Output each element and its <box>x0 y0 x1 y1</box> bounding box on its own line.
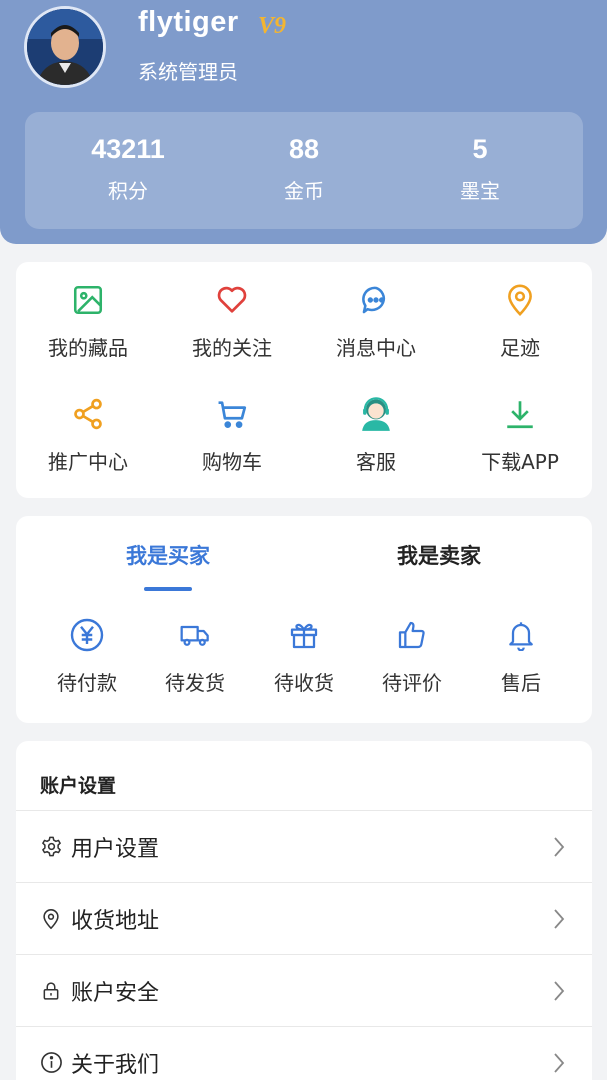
order-status-label: 待收货 <box>274 671 334 695</box>
stat-label: 积分 <box>108 179 148 203</box>
lock-icon <box>39 979 63 1003</box>
order-pending-shipment[interactable]: 待发货 <box>141 616 249 696</box>
gear-icon <box>39 835 63 859</box>
avatar[interactable] <box>24 6 106 88</box>
shortcut-collections[interactable]: 我的藏品 <box>16 280 160 361</box>
stat-value: 5 <box>472 134 488 164</box>
chevron-right-icon <box>552 836 566 862</box>
shortcut-label: 购物车 <box>202 450 262 474</box>
yen-icon <box>33 616 141 654</box>
chevron-right-icon <box>552 908 566 934</box>
location-pin-icon <box>448 280 592 320</box>
section-title: 账户设置 <box>40 775 117 797</box>
shortcut-customer-service[interactable]: 客服 <box>304 394 448 475</box>
shortcut-follows[interactable]: 我的关注 <box>160 280 304 361</box>
bell-icon <box>467 616 575 654</box>
chat-icon <box>304 280 448 320</box>
menu-user-settings[interactable]: 用户设置 <box>16 810 592 882</box>
truck-icon <box>141 616 249 654</box>
order-pending-review[interactable]: 待评价 <box>358 616 466 696</box>
shortcut-label: 客服 <box>356 450 396 474</box>
profile-header: flytiger V9 系统管理员 43211 积分 88 金币 5 墨宝 <box>0 0 607 244</box>
stat-points[interactable]: 43211 积分 <box>35 112 221 204</box>
menu-shipping-address[interactable]: 收货地址 <box>16 882 592 954</box>
share-icon <box>16 394 160 434</box>
shortcut-cart[interactable]: 购物车 <box>160 394 304 475</box>
menu-label: 收货地址 <box>71 908 160 934</box>
menu-label: 关于我们 <box>71 1052 160 1078</box>
shortcut-promotion[interactable]: 推广中心 <box>16 394 160 475</box>
order-status-label: 待付款 <box>57 671 117 695</box>
stat-value: 88 <box>288 134 320 164</box>
location-pin-icon <box>39 907 63 931</box>
shortcut-grid: 我的藏品 我的关注 消息中心 足迹 推广中心 购物车 客服 下载APP <box>16 262 592 498</box>
orders-card: 我是买家 我是卖家 待付款 待发货 待收货 待评价 售后 <box>16 516 592 723</box>
avatar-photo <box>27 9 103 85</box>
heart-icon <box>160 280 304 320</box>
menu-label: 用户设置 <box>71 836 160 862</box>
info-icon <box>39 1051 63 1075</box>
image-icon <box>16 280 160 320</box>
order-status-label: 售后 <box>501 671 541 695</box>
user-role: 系统管理员 <box>138 60 238 84</box>
gift-icon <box>250 616 358 654</box>
thumbs-up-icon <box>358 616 466 654</box>
shortcut-download-app[interactable]: 下载APP <box>448 394 592 475</box>
vip-level-badge: V9 <box>258 13 287 39</box>
menu-about-us[interactable]: 关于我们 <box>16 1026 592 1080</box>
chevron-right-icon <box>552 1052 566 1078</box>
customer-service-icon <box>304 394 448 434</box>
order-status-label: 待评价 <box>382 671 442 695</box>
menu-account-security[interactable]: 账户安全 <box>16 954 592 1026</box>
cart-icon <box>160 394 304 434</box>
stat-value: 43211 <box>91 134 165 164</box>
menu-label: 账户安全 <box>71 980 160 1006</box>
shortcut-label: 我的藏品 <box>48 336 128 360</box>
shortcut-label: 推广中心 <box>48 450 128 474</box>
account-settings-card: 账户设置 用户设置 收货地址 账户安全 关于我们 <box>16 741 592 1080</box>
shortcut-messages[interactable]: 消息中心 <box>304 280 448 361</box>
shortcut-label: 下载APP <box>481 450 559 474</box>
tab-seller[interactable]: 我是卖家 <box>364 540 514 570</box>
stat-label: 墨宝 <box>460 179 500 203</box>
tab-buyer[interactable]: 我是买家 <box>93 540 243 570</box>
chevron-right-icon <box>552 980 566 1006</box>
order-pending-receipt[interactable]: 待收货 <box>250 616 358 696</box>
order-pending-payment[interactable]: 待付款 <box>33 616 141 696</box>
stats-panel: 43211 积分 88 金币 5 墨宝 <box>25 112 583 229</box>
stat-label: 金币 <box>284 179 324 203</box>
shortcut-label: 我的关注 <box>192 336 272 360</box>
username: flytiger <box>138 6 239 38</box>
stat-coins[interactable]: 88 金币 <box>211 112 397 204</box>
stat-mobao[interactable]: 5 墨宝 <box>387 112 573 204</box>
order-after-sales[interactable]: 售后 <box>467 616 575 696</box>
shortcut-label: 消息中心 <box>336 336 416 360</box>
shortcut-label: 足迹 <box>500 336 540 360</box>
active-tab-indicator <box>144 587 192 591</box>
shortcut-footprints[interactable]: 足迹 <box>448 280 592 361</box>
order-status-label: 待发货 <box>165 671 225 695</box>
download-icon <box>448 394 592 434</box>
